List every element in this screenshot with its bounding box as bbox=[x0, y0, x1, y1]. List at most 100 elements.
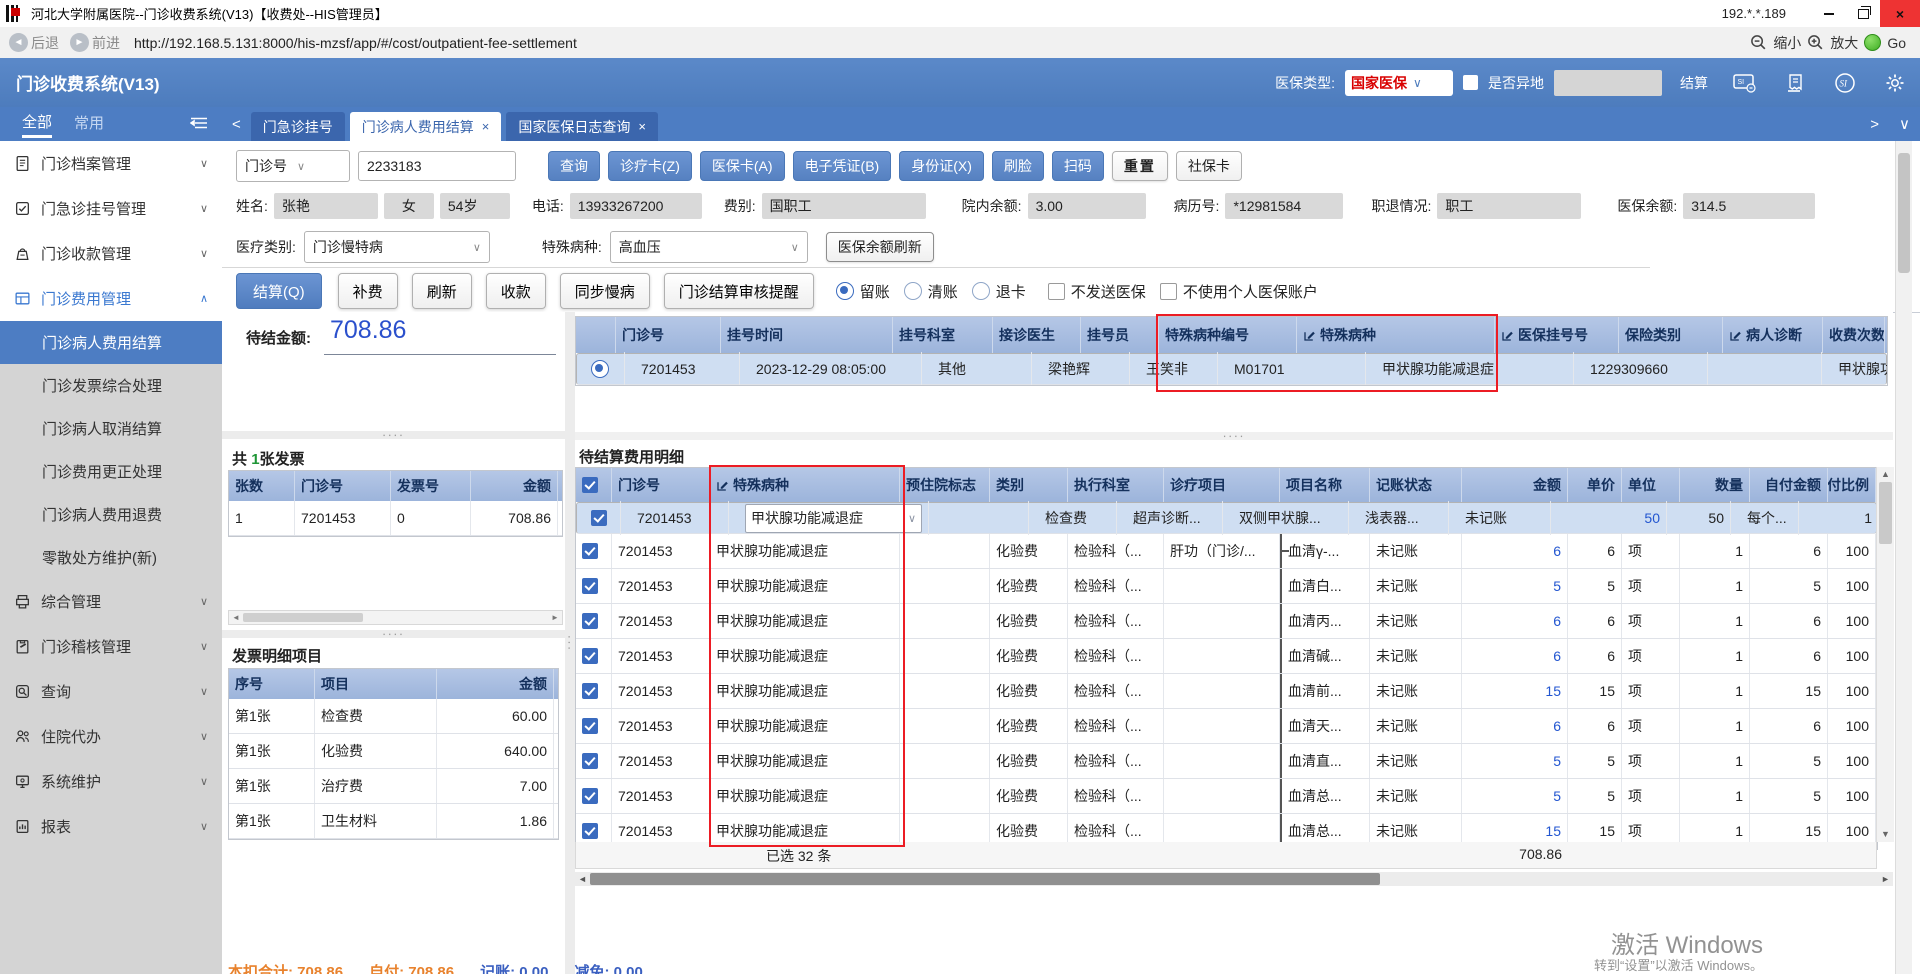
menu-filter-icon[interactable] bbox=[189, 116, 208, 133]
tabs-scroll-left-icon[interactable]: < bbox=[222, 116, 251, 133]
radio-option-留账[interactable]: 留账 bbox=[835, 281, 890, 302]
sidebar-subitem[interactable]: 门诊费用更正处理 bbox=[0, 450, 222, 493]
row-checkbox[interactable] bbox=[582, 613, 598, 629]
insurance-type-select[interactable]: 国家医保 ∨ bbox=[1345, 69, 1453, 96]
row-checkbox[interactable] bbox=[582, 718, 598, 734]
tab-门诊病人费用结算[interactable]: 门诊病人费用结算 × bbox=[349, 112, 502, 141]
table-row[interactable]: 7201453 甲状腺功能减退症 化验费 检验科（... 肝功（门诊/... 血清γ-..… bbox=[576, 534, 1877, 569]
card-number-input[interactable] bbox=[358, 151, 516, 181]
row-checkbox[interactable] bbox=[591, 510, 607, 526]
column-header[interactable] bbox=[576, 317, 616, 353]
column-header[interactable]: 序号 bbox=[229, 669, 315, 699]
table-row[interactable]: 7201453 甲状腺功能减退症 化验费 检验科（... 血清总... 未记账 5 5 项 1 5 1… bbox=[576, 779, 1877, 814]
action-button[interactable]: 门诊结算审核提醒 bbox=[663, 273, 814, 309]
column-header[interactable]: 挂号科室 bbox=[893, 317, 993, 353]
row-checkbox[interactable] bbox=[582, 753, 598, 769]
settle-button[interactable]: 结算(Q) bbox=[236, 273, 322, 309]
column-header[interactable]: 门诊号 bbox=[616, 317, 721, 353]
column-header[interactable]: 单价 bbox=[1568, 468, 1622, 502]
panel-splitter[interactable]: ∙∙∙∙ bbox=[575, 429, 1893, 442]
sidebar-item-9[interactable]: 系统维护 ∨ bbox=[0, 759, 222, 804]
zoom-in-label[interactable]: 放大 bbox=[1830, 33, 1858, 53]
checkbox-option-不发送医保[interactable]: 不发送医保 bbox=[1047, 281, 1146, 302]
quick-settle-input[interactable] bbox=[1554, 69, 1662, 96]
sidebar-item-6[interactable]: 门诊稽核管理 ∨ bbox=[0, 624, 222, 669]
column-header[interactable]: 保险类别 bbox=[1619, 317, 1723, 353]
back-button[interactable]: 后退 bbox=[31, 33, 59, 53]
column-header[interactable]: 特殊病种编号 bbox=[1159, 317, 1297, 353]
column-header[interactable]: 自付比例 bbox=[1828, 468, 1876, 502]
table-row[interactable]: 7201453 甲状腺功能减退症 化验费 检验科（... 血清天... 未记账 6 6 项 1 6 1… bbox=[576, 709, 1877, 744]
action-button[interactable]: 收款 bbox=[485, 273, 546, 309]
scroll-left-icon[interactable]: ◄ bbox=[575, 874, 590, 884]
action-button[interactable]: 刷新 bbox=[411, 273, 472, 309]
special-disease-select[interactable]: 高血压 ∨ bbox=[609, 231, 808, 263]
card-button[interactable]: 扫码 bbox=[1051, 151, 1104, 181]
column-header[interactable]: 金额 bbox=[1462, 468, 1568, 502]
scroll-right-icon[interactable]: ► bbox=[1878, 874, 1893, 884]
column-header[interactable]: 挂号时间 bbox=[721, 317, 893, 353]
sidebar-subitem[interactable]: 门诊病人取消结算 bbox=[0, 407, 222, 450]
column-header[interactable]: 单位 bbox=[1622, 468, 1680, 502]
sidebar-item-1[interactable]: 门诊档案管理 ∨ bbox=[0, 141, 222, 186]
row-checkbox[interactable] bbox=[582, 543, 598, 559]
scrollbar-thumb[interactable] bbox=[590, 873, 1380, 885]
social-security-card-button[interactable]: 社保卡 bbox=[1175, 151, 1242, 181]
column-header[interactable]: 发票号 bbox=[391, 471, 471, 501]
column-header[interactable]: 预住院标志 bbox=[900, 468, 990, 502]
table-row[interactable]: 第1张 卫生材料 1.86 bbox=[229, 804, 558, 839]
row-radio[interactable] bbox=[591, 360, 609, 378]
column-header[interactable]: 金额 bbox=[471, 471, 558, 501]
row-checkbox[interactable] bbox=[582, 648, 598, 664]
tabs-scroll-right-icon[interactable]: > bbox=[1860, 116, 1889, 133]
radio-icon[interactable] bbox=[903, 282, 922, 300]
sidebar-tab-common[interactable]: 常用 bbox=[74, 112, 104, 136]
page-vertical-scrollbar[interactable] bbox=[1895, 141, 1912, 974]
scroll-left-icon[interactable]: ◄ bbox=[229, 613, 243, 622]
vertical-splitter[interactable]: ∙∙∙ bbox=[563, 312, 578, 974]
panel-splitter[interactable]: ∙∙∙∙ bbox=[222, 627, 565, 640]
search-field-select[interactable]: 门诊号 ∨ bbox=[236, 150, 350, 182]
table-row[interactable]: 第1张 治疗费 7.00 bbox=[229, 769, 558, 804]
card-button[interactable]: 身份证(X) bbox=[899, 151, 984, 181]
action-button[interactable]: 同步慢病 bbox=[559, 273, 650, 309]
checkbox-option-不使用个人医保账户[interactable]: 不使用个人医保账户 bbox=[1159, 281, 1318, 302]
column-header[interactable]: 特殊病种 bbox=[1297, 317, 1495, 353]
row-checkbox[interactable] bbox=[582, 683, 598, 699]
column-header[interactable]: 执行科室 bbox=[1068, 468, 1164, 502]
scrollbar-thumb[interactable] bbox=[1898, 153, 1910, 273]
row-checkbox[interactable] bbox=[582, 788, 598, 804]
go-status-icon[interactable] bbox=[1864, 34, 1882, 51]
column-header[interactable]: 门诊号 bbox=[295, 471, 391, 501]
back-icon[interactable]: ◄ bbox=[9, 33, 28, 52]
column-header[interactable]: 医保挂号号 bbox=[1495, 317, 1619, 353]
select-all-checkbox[interactable] bbox=[582, 477, 598, 493]
sidebar-tab-all[interactable]: 全部 bbox=[22, 111, 53, 138]
table-row[interactable]: 7201453 2023-12-29 08:05:00 其他 梁艳辉 王笑非 M01701… bbox=[576, 352, 1887, 385]
close-tab-icon[interactable]: × bbox=[482, 119, 490, 134]
sidebar-item-3[interactable]: 门诊收款管理 ∨ bbox=[0, 231, 222, 276]
sidebar-subitem[interactable]: 门诊病人费用退费 bbox=[0, 493, 222, 536]
sidebar-subitem[interactable]: 门诊发票综合处理 bbox=[0, 364, 222, 407]
radio-icon[interactable] bbox=[971, 282, 990, 300]
checkbox-icon[interactable] bbox=[1047, 282, 1065, 300]
scroll-right-icon[interactable]: ► bbox=[548, 613, 562, 622]
sidebar-item-5[interactable]: 综合管理 ∨ bbox=[0, 579, 222, 624]
sidebar-subitem[interactable]: 零散处方维护(新) bbox=[0, 536, 222, 579]
gear-icon[interactable] bbox=[1882, 71, 1908, 95]
column-header[interactable]: 接诊医生 bbox=[993, 317, 1081, 353]
print-receipt-icon[interactable] bbox=[1782, 71, 1808, 95]
sidebar-item-10[interactable]: 报表 ∨ bbox=[0, 804, 222, 849]
table-row[interactable]: 1 7201453 0 708.86 bbox=[229, 501, 562, 536]
scroll-down-icon[interactable]: ▼ bbox=[1881, 827, 1890, 842]
column-header[interactable]: 诊疗项目 bbox=[1164, 468, 1280, 502]
remote-checkbox[interactable] bbox=[1463, 75, 1478, 90]
action-button[interactable]: 补费 bbox=[337, 273, 398, 309]
column-header[interactable]: 收费次数 bbox=[1823, 317, 1885, 353]
tab-国家医保日志查询[interactable]: 国家医保日志查询 × bbox=[506, 112, 658, 141]
column-header[interactable]: 自付金额 bbox=[1750, 468, 1828, 502]
table-row[interactable]: 7201453 甲状腺功能减退症 化验费 检验科（... 血清碱... 未记账 6 6 项 1 6 1… bbox=[576, 639, 1877, 674]
card-button[interactable]: 刷脸 bbox=[991, 151, 1044, 181]
fee-vertical-scrollbar[interactable]: ▲ ▼ bbox=[1876, 467, 1894, 842]
column-header[interactable]: 项目名称 bbox=[1280, 468, 1370, 502]
